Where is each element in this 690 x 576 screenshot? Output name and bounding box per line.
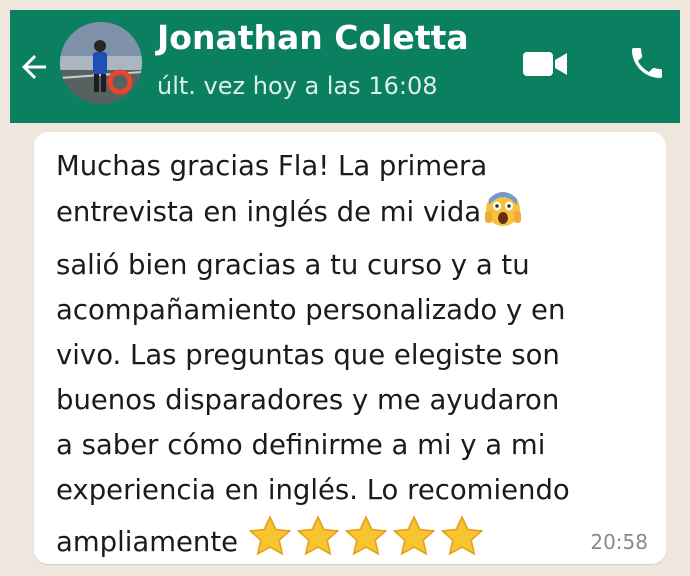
back-arrow-icon xyxy=(22,55,46,79)
back-button[interactable] xyxy=(12,42,56,92)
video-call-button[interactable] xyxy=(518,44,572,84)
star-icon xyxy=(248,515,292,556)
message-line-1: Muchas gracias Fla! La primera xyxy=(56,150,488,182)
message-line-2: entrevista en inglés de mi vida xyxy=(56,196,482,228)
chat-header: Jonathan Coletta últ. vez hoy a las 16:0… xyxy=(10,10,680,123)
message-body: salió bien gracias a tu curso y a tu aco… xyxy=(56,249,570,506)
voice-call-button[interactable] xyxy=(624,40,670,86)
message-last-line: ampliamente xyxy=(56,526,239,558)
star-icon xyxy=(344,515,388,556)
message-bubble[interactable]: Muchas gracias Fla! La primera entrevist… xyxy=(34,132,666,564)
message-timestamp: 20:58 xyxy=(590,530,648,554)
message-text: Muchas gracias Fla! La primera entrevist… xyxy=(56,144,656,565)
star-icon xyxy=(440,515,484,556)
phone-icon xyxy=(632,48,662,78)
star-rating xyxy=(246,513,486,561)
profile-photo xyxy=(60,22,142,104)
video-call-icon xyxy=(523,52,567,76)
star-icon xyxy=(296,515,340,556)
last-seen-status: últ. vez hoy a las 16:08 xyxy=(157,72,438,100)
star-icon xyxy=(392,515,436,556)
face-screaming-emoji-icon xyxy=(483,189,523,243)
contact-name[interactable]: Jonathan Coletta xyxy=(157,18,469,57)
avatar[interactable] xyxy=(60,22,142,104)
